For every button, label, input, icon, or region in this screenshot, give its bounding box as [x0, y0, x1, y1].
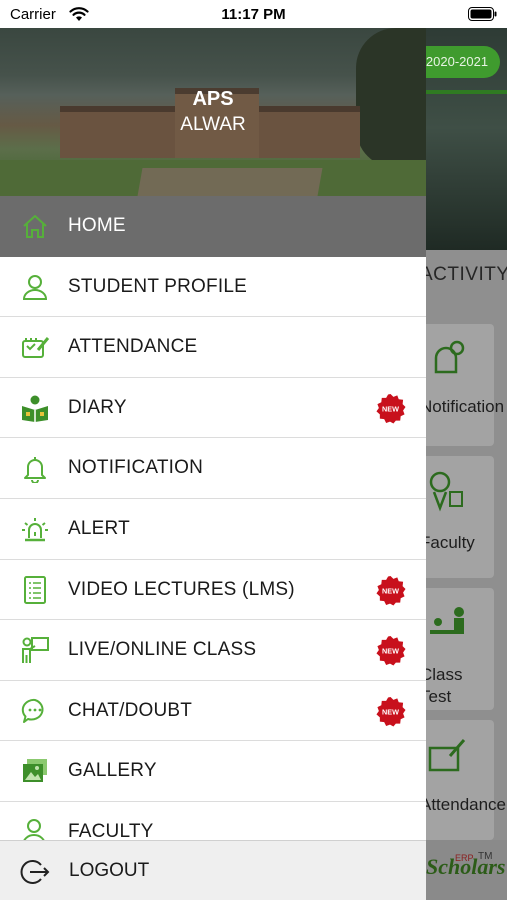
alarm-icon	[22, 517, 48, 542]
bell-icon	[24, 457, 46, 484]
menu-item-alert[interactable]: ALERT	[0, 498, 426, 560]
card-label: Attendance	[420, 795, 507, 814]
user-icon	[22, 274, 48, 300]
svg-text:NEW: NEW	[382, 586, 399, 595]
menu-item-home[interactable]: HOME	[0, 196, 426, 257]
menu-item-label: VIDEO LECTURES (LMS)	[68, 578, 295, 600]
new-badge-icon: NEW	[376, 636, 406, 666]
menu-item-gallery[interactable]: GALLERY	[0, 741, 426, 802]
svg-text:NEW: NEW	[382, 404, 399, 413]
svg-text:NEW: NEW	[382, 707, 399, 716]
bell-icon	[434, 340, 465, 374]
activity-card-notification: Notification	[418, 324, 504, 446]
document-icon	[24, 575, 46, 604]
gallery-icon	[23, 759, 47, 783]
activity-heading: ACTIVITY	[420, 264, 507, 285]
menu-item-label: CHAT/DOUBT	[68, 699, 193, 721]
activity-card-attendance: Attendance	[418, 720, 506, 840]
menu-item-label: NOTIFICATION	[68, 457, 204, 479]
card-label: Class Test	[420, 665, 463, 706]
card-label: Faculty	[420, 533, 475, 552]
diary-icon	[22, 395, 48, 422]
trademark-label: TM	[478, 851, 493, 862]
activity-card-class-test: Class Test	[418, 588, 494, 710]
clock-label: 11:17 PM	[221, 6, 286, 23]
menu-item-student-profile[interactable]: STUDENT PROFILE	[0, 256, 426, 318]
status-bar: Carrier 11:17 PM	[0, 0, 507, 28]
school-city: ALWAR	[180, 114, 246, 135]
new-badge-icon: NEW	[376, 696, 406, 727]
menu-item-video-lectures[interactable]: VIDEO LECTURES (LMS) NEW	[0, 559, 426, 621]
faculty-icon	[429, 471, 463, 512]
logout-icon	[20, 860, 50, 884]
menu-item-chat-doubt[interactable]: CHAT/DOUBT NEW	[0, 680, 426, 742]
logout-button[interactable]: LOGOUT	[0, 840, 426, 900]
class-test-icon	[430, 607, 464, 634]
navigation-drawer: APS ALWAR HOME STUDENT PROFILE ATTENDANC…	[0, 28, 426, 900]
home-icon	[23, 215, 47, 238]
school-name: APS	[192, 88, 234, 110]
battery-icon	[468, 7, 497, 21]
menu-item-label: HOME	[68, 215, 126, 236]
new-badge-icon: NEW	[376, 393, 406, 424]
card-label: Notification	[420, 397, 505, 416]
chat-icon	[21, 698, 44, 723]
menu-item-diary[interactable]: DIARY NEW	[0, 377, 426, 439]
menu-item-notification[interactable]: NOTIFICATION	[0, 438, 426, 499]
menu-item-live-online-class[interactable]: LIVE/ONLINE CLASS NEW	[0, 620, 426, 681]
header-photo-path	[137, 168, 323, 196]
new-badge-icon: NEW	[376, 575, 406, 606]
attendance-icon	[22, 337, 50, 359]
header-accent-bar	[426, 90, 507, 94]
menu-item-label: STUDENT PROFILE	[68, 275, 247, 297]
menu-item-attendance[interactable]: ATTENDANCE	[0, 317, 426, 378]
menu-item-label: ATTENDANCE	[68, 336, 198, 358]
logout-label: LOGOUT	[69, 860, 150, 881]
menu-item-label: DIARY	[68, 396, 127, 418]
drawer-header: APS ALWAR	[0, 28, 426, 196]
brand-erp-label: ERP	[455, 853, 474, 863]
activity-card-faculty: Faculty	[418, 456, 494, 578]
teacher-board-icon	[22, 637, 49, 664]
attendance-icon	[428, 739, 466, 772]
drawer-menu: HOME STUDENT PROFILE ATTENDANCE DIARY NE…	[0, 196, 426, 863]
svg-text:NEW: NEW	[382, 647, 399, 656]
menu-item-label: GALLERY	[68, 760, 157, 782]
menu-item-label: LIVE/ONLINE CLASS	[68, 639, 257, 661]
menu-item-label: ALERT	[68, 517, 130, 539]
